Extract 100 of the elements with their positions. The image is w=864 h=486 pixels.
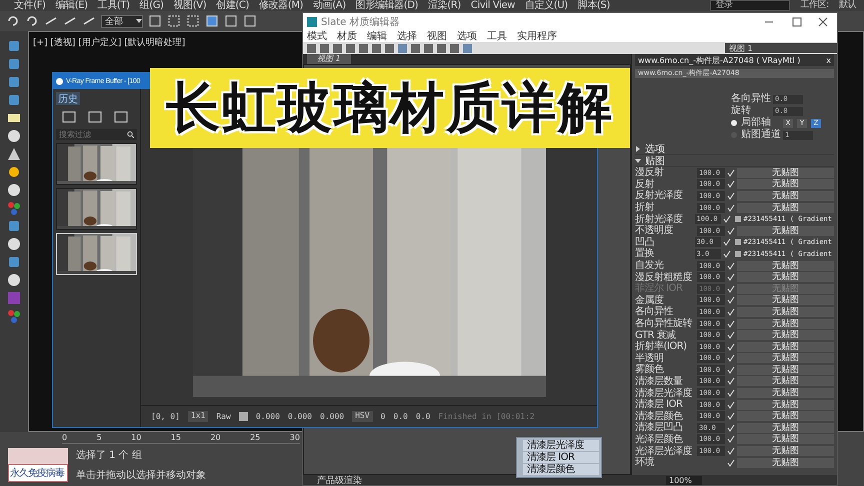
radio-button[interactable]: [731, 120, 737, 126]
close-button[interactable]: x: [826, 56, 831, 64]
map-button[interactable]: 无贴图: [737, 295, 834, 306]
checkbox[interactable]: [727, 447, 735, 456]
checkbox[interactable]: [727, 226, 735, 235]
menu-item[interactable]: 选项: [457, 31, 477, 42]
zoom-select[interactable]: 1x1: [188, 411, 208, 422]
checkbox[interactable]: [723, 238, 732, 246]
sphere-icon[interactable]: [7, 129, 21, 143]
map-button[interactable]: 无贴图: [737, 168, 834, 178]
checkbox[interactable]: [723, 215, 732, 224]
map-button[interactable]: 无贴图: [737, 446, 834, 456]
menu-item[interactable]: Civil View: [470, 0, 515, 11]
checkbox[interactable]: [727, 366, 735, 374]
rect-select-icon[interactable]: [167, 14, 181, 28]
map-button[interactable]: 无贴图: [737, 422, 834, 433]
menu-item[interactable]: 视图: [427, 31, 447, 42]
menu-item[interactable]: 组(G): [140, 0, 164, 11]
map-button[interactable]: 无贴图: [737, 376, 834, 386]
sphere-icon[interactable]: [7, 273, 21, 287]
checkbox[interactable]: [727, 180, 735, 188]
checkbox[interactable]: [727, 204, 735, 212]
map-button[interactable]: 无贴图: [737, 342, 834, 352]
search-field[interactable]: 搜索过滤: [56, 129, 137, 140]
checkbox[interactable]: [727, 458, 735, 467]
map-button[interactable]: 无贴图: [737, 388, 834, 398]
menu-item[interactable]: 材质: [337, 31, 357, 42]
material-node[interactable]: 清漆层光泽度 清漆层 IOR 清漆层颜色: [516, 437, 602, 478]
checkbox[interactable]: [727, 262, 735, 270]
checkbox[interactable]: [727, 296, 735, 304]
menu-item[interactable]: 动画(A): [313, 0, 346, 11]
history-tool-icon[interactable]: [88, 111, 102, 123]
map-button[interactable]: 无贴图: [737, 179, 834, 190]
checkbox[interactable]: [727, 400, 735, 409]
menu-item[interactable]: 视图(V): [174, 0, 206, 11]
login-field[interactable]: 登录: [710, 0, 790, 11]
checkbox[interactable]: [727, 389, 735, 398]
map-button[interactable]: 无贴图: [737, 260, 834, 271]
menu-item[interactable]: 实用程序: [517, 31, 557, 42]
checkbox[interactable]: [727, 424, 735, 432]
menu-item[interactable]: 选择: [397, 31, 417, 42]
map-button[interactable]: 无贴图: [737, 364, 834, 375]
menu-item[interactable]: 创建(C): [216, 0, 250, 11]
view-select[interactable]: 视图 1: [725, 43, 837, 53]
checkbox[interactable]: [727, 192, 735, 200]
redo-icon[interactable]: [25, 14, 39, 28]
zoom-select[interactable]: 100%: [666, 476, 702, 484]
menu-item[interactable]: 工具(T): [98, 0, 130, 11]
hint-text: 单击并拖动以选择并移动对象: [76, 468, 206, 482]
rollout-header[interactable]: 贴图: [635, 155, 834, 167]
checkbox[interactable]: [727, 168, 735, 177]
tick-label: 5: [96, 432, 102, 443]
history-tab[interactable]: 历史: [56, 92, 80, 105]
window-title: Slate 材质编辑器: [321, 16, 400, 29]
menu-item[interactable]: 图形编辑器(D): [356, 0, 418, 11]
checkbox[interactable]: [727, 377, 735, 386]
history-tool-icon[interactable]: [114, 111, 128, 123]
map-button[interactable]: 无贴图: [737, 226, 834, 236]
map-button[interactable]: 无贴图: [737, 202, 834, 213]
menu-item[interactable]: 编辑: [367, 31, 387, 42]
window-select-icon[interactable]: [186, 14, 200, 28]
map-button[interactable]: 无贴图: [737, 353, 834, 364]
workspace-value[interactable]: 默认: [838, 0, 856, 11]
sphere-icon[interactable]: [7, 183, 21, 197]
menu-item[interactable]: 编辑(E): [56, 0, 88, 11]
cone-icon[interactable]: [7, 147, 21, 161]
menu-item[interactable]: 修改器(M): [259, 0, 304, 11]
map-button[interactable]: 无贴图: [737, 434, 834, 444]
map-button[interactable]: 无贴图: [737, 330, 834, 340]
view-tab[interactable]: 视图 1: [307, 54, 351, 64]
checkbox[interactable]: [727, 331, 735, 340]
checkbox[interactable]: [727, 308, 735, 316]
map-button[interactable]: 无贴图: [737, 272, 834, 282]
sun-icon[interactable]: [7, 165, 21, 179]
map-button[interactable]: 无贴图: [737, 190, 834, 201]
map-button[interactable]: 无贴图: [737, 318, 834, 329]
dots-icon[interactable]: [7, 309, 21, 323]
menu-item[interactable]: 脚本(S): [578, 0, 610, 11]
checkbox[interactable]: [727, 412, 735, 420]
map-button[interactable]: 无贴图: [737, 458, 834, 468]
checkbox[interactable]: [727, 320, 735, 328]
dots-icon[interactable]: [7, 201, 21, 215]
checkbox[interactable]: [727, 342, 735, 351]
sphere-icon[interactable]: [7, 237, 21, 251]
checkbox[interactable]: [727, 354, 735, 362]
menu-item[interactable]: 模式: [307, 31, 327, 42]
undo-icon[interactable]: [6, 14, 20, 28]
checkbox[interactable]: [727, 273, 735, 282]
box-icon[interactable]: [7, 111, 21, 125]
map-button[interactable]: 无贴图: [737, 306, 834, 317]
selection-filter[interactable]: 全部: [101, 14, 143, 28]
map-button[interactable]: 无贴图: [737, 400, 834, 410]
history-tool-icon[interactable]: [62, 111, 76, 123]
checkbox[interactable]: [727, 435, 735, 444]
map-button[interactable]: 无贴图: [737, 411, 834, 422]
menu-item[interactable]: 工具: [487, 31, 507, 42]
color-space-select[interactable]: HSV: [352, 411, 373, 422]
rollout-header[interactable]: 选项: [635, 143, 834, 155]
map-label: 凹凸: [635, 236, 655, 248]
checkbox[interactable]: [723, 250, 732, 258]
